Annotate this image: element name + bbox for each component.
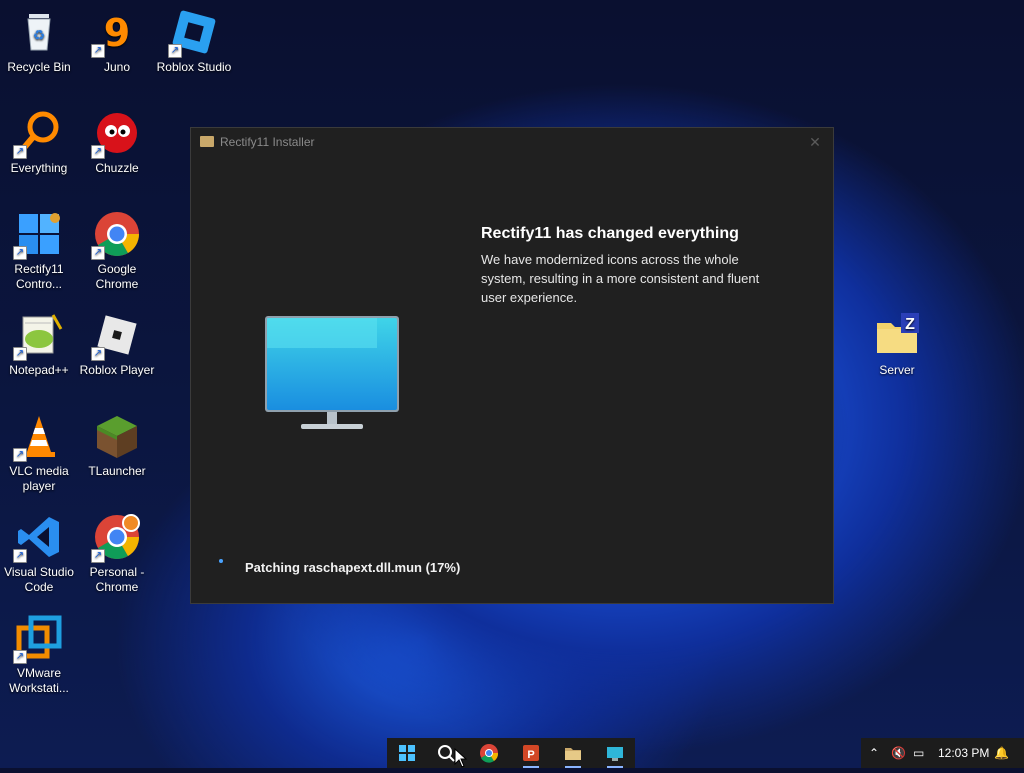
- desktop-icon-label: Server: [879, 363, 915, 377]
- taskbar-file-explorer[interactable]: [553, 738, 593, 768]
- desktop-icon-label: Notepad++: [9, 363, 69, 377]
- taskbar-powerpoint[interactable]: P: [511, 738, 551, 768]
- desktop-icon-label: Visual Studio Code: [4, 565, 74, 594]
- taskbar-rectify11-installer[interactable]: [595, 738, 635, 768]
- server-folder-icon: Z: [873, 311, 921, 359]
- installer-description: We have modernized icons across the whol…: [481, 252, 760, 305]
- window-title: Rectify11 Installer: [220, 135, 315, 149]
- title-bar[interactable]: Rectify11 Installer: [191, 128, 833, 156]
- roblox-player-icon: ↗: [91, 311, 141, 361]
- svg-text:Z: Z: [905, 316, 915, 333]
- chuzzle-icon: ↗: [91, 109, 141, 159]
- desktop-icon-label: VLC media player: [9, 464, 69, 493]
- start-button[interactable]: [387, 738, 427, 768]
- desktop-icon-personal-chrome[interactable]: ↗ Personal - Chrome: [78, 513, 156, 595]
- recycle-bin-icon: ♻: [15, 8, 63, 56]
- chrome-icon: ↗: [91, 210, 141, 260]
- desktop-icon-label: Roblox Studio: [156, 60, 232, 74]
- powerpoint-icon: P: [523, 745, 539, 761]
- svg-text:♻: ♻: [33, 27, 46, 43]
- svg-text:P: P: [527, 749, 534, 761]
- taskbar: P ⌃ 🔇 ▭ 12:03 PM 🔔: [0, 738, 1024, 768]
- desktop-icon-juno[interactable]: 9 ↗ Juno: [78, 8, 156, 75]
- desktop-icon-tlauncher[interactable]: TLauncher: [78, 412, 156, 479]
- vlc-cone-icon: ↗: [13, 412, 63, 462]
- file-explorer-icon: [565, 748, 581, 760]
- mouse-cursor-icon: [454, 748, 468, 768]
- desktop-icon-label: Juno: [103, 60, 131, 74]
- shortcut-arrow-icon: ↗: [91, 246, 105, 260]
- desktop-icon-label: Chuzzle: [95, 161, 139, 175]
- taskbar-chrome[interactable]: [469, 738, 509, 768]
- shortcut-arrow-icon: ↗: [91, 145, 105, 159]
- svg-text:9: 9: [104, 11, 130, 55]
- monitor-illustration: [265, 314, 399, 439]
- progress-spinner: [219, 559, 223, 563]
- clock-time[interactable]: 12:03 PM: [938, 738, 989, 768]
- desktop-icon-label: Rectify11 Contro...: [14, 262, 64, 291]
- shortcut-arrow-icon: ↗: [13, 448, 27, 462]
- desktop-icon-label: Recycle Bin: [7, 60, 71, 74]
- network-icon[interactable]: ▭: [913, 738, 924, 768]
- desktop-icon-label: Personal - Chrome: [89, 565, 145, 594]
- shortcut-arrow-icon: ↗: [91, 44, 105, 58]
- desktop-icon-vmware[interactable]: ↗ VMware Workstati...: [0, 614, 78, 696]
- desktop-icon-vscode[interactable]: ↗ Visual Studio Code: [0, 513, 78, 595]
- shortcut-arrow-icon: ↗: [13, 347, 27, 361]
- desktop-icon-label: Everything: [10, 161, 68, 175]
- shortcut-arrow-icon: ↗: [91, 347, 105, 361]
- tlauncher-grass-block-icon: [93, 412, 141, 460]
- show-hidden-icons-chevron-icon[interactable]: ⌃: [869, 738, 879, 768]
- installer-app-icon: [200, 136, 214, 147]
- shortcut-arrow-icon: ↗: [168, 44, 182, 58]
- close-icon: ✕: [809, 134, 821, 150]
- shortcut-arrow-icon: ↗: [91, 549, 105, 563]
- vscode-icon: ↗: [13, 513, 63, 563]
- desktop-icon-label: Google Chrome: [95, 262, 139, 291]
- desktop-icon-notepad-plus-plus[interactable]: ↗ Notepad++: [0, 311, 78, 378]
- shortcut-arrow-icon: ↗: [13, 650, 27, 664]
- shortcut-arrow-icon: ↗: [13, 549, 27, 563]
- installer-window: Rectify11 Installer ✕ Rectify11 has chan…: [190, 127, 834, 604]
- close-button[interactable]: ✕: [797, 128, 833, 156]
- installer-headline: Rectify11 has changed everything: [481, 225, 739, 242]
- desktop-icon-label: TLauncher: [88, 464, 146, 478]
- desktop-icon-chuzzle[interactable]: ↗ Chuzzle: [78, 109, 156, 176]
- roblox-studio-icon: ↗: [168, 8, 218, 58]
- desktop-icon-label: VMware Workstati...: [9, 666, 69, 695]
- juno-icon: 9 ↗: [91, 8, 141, 58]
- rectify11-icon: [607, 747, 623, 761]
- desktop-icon-roblox-studio[interactable]: ↗ Roblox Studio: [155, 8, 233, 75]
- desktop-icon-google-chrome[interactable]: ↗ Google Chrome: [78, 210, 156, 292]
- desktop-icon-everything[interactable]: ↗ Everything: [0, 109, 78, 176]
- taskbar-apps: P: [387, 738, 635, 768]
- chrome-profile-icon: ↗: [91, 513, 141, 563]
- start-icon: [399, 745, 415, 761]
- rectify11-control-icon: ↗: [13, 210, 63, 260]
- chrome-icon: [480, 744, 499, 763]
- desktop-icon-server[interactable]: Z Server: [858, 311, 936, 378]
- shortcut-arrow-icon: ↗: [13, 246, 27, 260]
- install-status-text: Patching raschapext.dll.mun (17%): [245, 560, 461, 575]
- desktop-icon-recycle-bin[interactable]: ♻ Recycle Bin: [0, 8, 78, 75]
- desktop-icon-vlc[interactable]: ↗ VLC media player: [0, 412, 78, 494]
- notepad-plus-plus-icon: ↗: [13, 311, 63, 361]
- vmware-icon: ↗: [13, 614, 63, 664]
- notification-bell-icon[interactable]: 🔔: [994, 738, 1009, 768]
- shortcut-arrow-icon: ↗: [13, 145, 27, 159]
- system-tray: ⌃ 🔇 ▭ 12:03 PM 🔔: [861, 738, 1024, 768]
- desktop-icon-roblox-player[interactable]: ↗ Roblox Player: [78, 311, 156, 378]
- volume-muted-icon[interactable]: 🔇: [891, 738, 906, 768]
- desktop-icon-rectify11-control[interactable]: ↗ Rectify11 Contro...: [0, 210, 78, 292]
- everything-search-icon: ↗: [13, 109, 63, 159]
- desktop-icon-label: Roblox Player: [79, 363, 155, 377]
